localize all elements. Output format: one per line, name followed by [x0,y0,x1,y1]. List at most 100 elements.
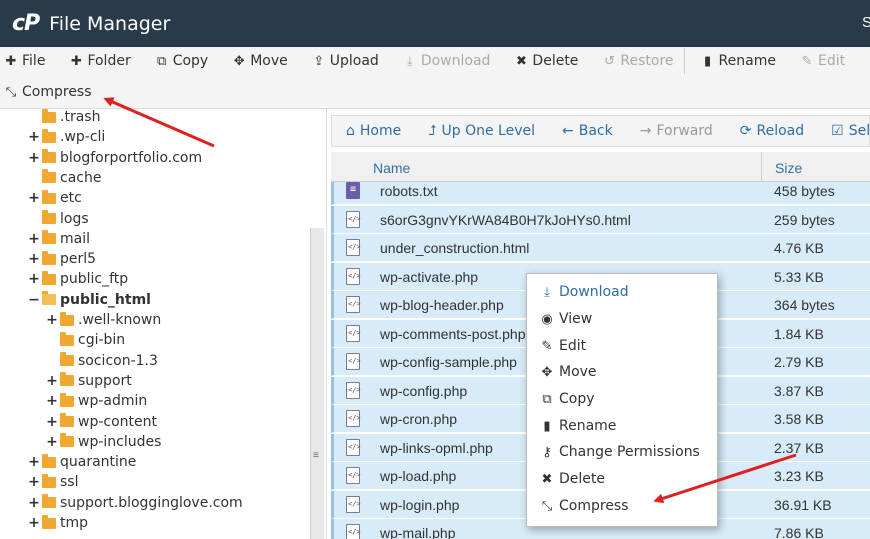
folder-icon [42,169,56,184]
collapse-icon[interactable]: − [28,292,40,308]
back-button[interactable]: ← Back [548,123,626,139]
tree-folder-item[interactable]: socicon-1.3 [46,351,158,371]
download-icon: ⤓ [544,284,550,300]
folder-open-icon [42,291,56,306]
header-user-text[interactable]: S [862,14,870,31]
tree-folder-label: cgi-bin [78,332,126,349]
tree-folder-label: cache [60,169,102,186]
file-name: under_construction.html [380,240,530,256]
tree-folder-label: wp-content [78,413,157,430]
expand-icon[interactable]: + [28,495,40,511]
upload-button[interactable]: ⇪ Upload [308,53,383,69]
tree-folder-item[interactable]: + ssl [28,472,78,492]
cpanel-logo[interactable]: cP [12,11,40,36]
toolbar: ✚ File ✚ Folder ⧉ Copy ✥ Move ⇪ Upload ⤓ Downl… [0,47,870,109]
compress-button[interactable]: ⤡ Compress [0,84,96,100]
tree-folder-item[interactable]: − public_html [28,290,151,310]
tree-folder-item[interactable]: + wp-includes [46,432,161,452]
restore-button[interactable]: ↺ Restore [598,53,677,69]
folder-icon [60,311,74,326]
expand-icon[interactable]: + [28,474,40,490]
context-compress[interactable]: ⤡ Compress [539,495,629,517]
expand-icon[interactable]: + [46,393,58,409]
tree-folder-item[interactable]: + etc [28,188,82,208]
tree-folder-item[interactable]: + wp-admin [46,391,147,411]
tree-folder-item[interactable]: + .wp-cli [28,127,105,147]
tree-folder-item[interactable]: + .well-known [46,310,161,330]
expand-icon[interactable]: + [28,231,40,247]
file-row[interactable]: robots.txt 458 bytes [331,182,870,205]
context-move[interactable]: ✥ Move [539,361,597,383]
file-name: wp-config-sample.php [380,354,517,370]
tree-folder-item[interactable]: + quarantine [28,452,136,472]
tree-folder-item[interactable]: logs [28,209,89,229]
expand-icon[interactable]: + [46,373,58,389]
up-one-level-button[interactable]: ⮥ Up One Level [414,123,548,139]
tree-folder-item[interactable]: + support.bloggingl​ove.com [28,493,243,513]
file-size: 36.91 KB [774,496,832,513]
expand-icon[interactable]: + [28,515,40,531]
tree-folder-item[interactable]: + support [46,371,132,391]
expand-icon[interactable]: + [28,150,40,166]
tree-scrollbar[interactable] [310,228,324,539]
context-edit[interactable]: ✎ Edit [539,335,587,357]
tree-folder-item[interactable]: + mail [28,229,90,249]
expand-icon[interactable]: + [28,454,40,470]
expand-icon[interactable]: + [28,129,40,145]
tree-folder-item[interactable]: + tmp [28,513,88,533]
folder-icon [60,352,74,367]
file-row[interactable]: under_construction.html 4.76 KB [331,234,870,262]
file-size: 5.33 KB [774,268,824,285]
file-name: wp-config.php [380,382,468,399]
context-view[interactable]: ◉ View [539,308,592,330]
tree-folder-item[interactable]: + perl5 [28,249,96,269]
forward-button[interactable]: → Forward [626,123,726,139]
file-name: wp-login.php [380,496,460,513]
tree-folder-item[interactable]: + blogforportfolio.com [28,148,202,168]
folder-icon [42,250,56,265]
folder-icon [42,453,56,468]
column-header-size[interactable]: Size [775,160,802,176]
home-button[interactable]: ⌂ Home [332,123,414,139]
rename-button[interactable]: ▮ Rename [697,53,780,69]
tree-folder-label: wp-includes [78,433,162,450]
select-all-button[interactable]: ☑Selec [817,123,870,139]
expand-icon[interactable]: + [46,434,58,450]
code-file-icon [346,410,361,427]
new-folder-button[interactable]: ✚ Folder [65,53,134,69]
file-name: wp-mail.php [380,525,456,539]
expand-icon[interactable]: + [46,312,58,328]
context-rename[interactable]: ▮ Rename [539,415,616,437]
context-copy[interactable]: ⧉ Copy [539,388,594,410]
reload-button[interactable]: ⟳ Reload [726,123,817,139]
context-download[interactable]: ⤓ Download [539,281,628,303]
context-delete[interactable]: ✖ Delete [539,468,605,490]
tree-folder-label: blogforportfolio.com [60,149,203,166]
expand-icon[interactable]: + [28,251,40,267]
file-row[interactable]: s6orG3gnvYKrWA84B0H7kJoHYs0.html 259 byte… [331,205,870,234]
new-file-button[interactable]: ✚ File [0,53,49,69]
tree-folder-label: quarantine [60,454,137,471]
move-button[interactable]: ✥ Move [228,53,292,69]
tree-folder-item[interactable]: cgi-bin [46,330,125,350]
tree-folder-item[interactable]: .trash [28,109,100,127]
download-button[interactable]: ⤓ Download [399,53,495,69]
copy-button[interactable]: ⧉ Copy [151,53,213,69]
expand-icon[interactable]: + [28,271,40,287]
tree-folder-label: tmp [60,515,89,531]
expand-icon[interactable]: + [28,190,40,206]
tree-folder-item[interactable]: cache [28,168,101,188]
delete-button[interactable]: ✖ Delete [510,53,582,69]
plus-icon: ✚ [5,53,17,69]
tree-folder-item[interactable]: + wp-content [46,412,157,432]
folder-icon [60,413,74,427]
edit-button[interactable]: ✎ Edit [796,53,849,69]
text-file-icon [346,182,360,199]
move-icon: ✥ [233,53,245,69]
context-change-permissions[interactable]: ⚷ Change Permissions [539,441,700,463]
tree-folder-item[interactable]: + public_ftp [28,269,128,289]
pencil-icon: ✎ [801,53,813,69]
column-header-name[interactable]: Name [373,160,410,176]
folder-icon [42,128,56,143]
expand-icon[interactable]: + [46,414,58,430]
